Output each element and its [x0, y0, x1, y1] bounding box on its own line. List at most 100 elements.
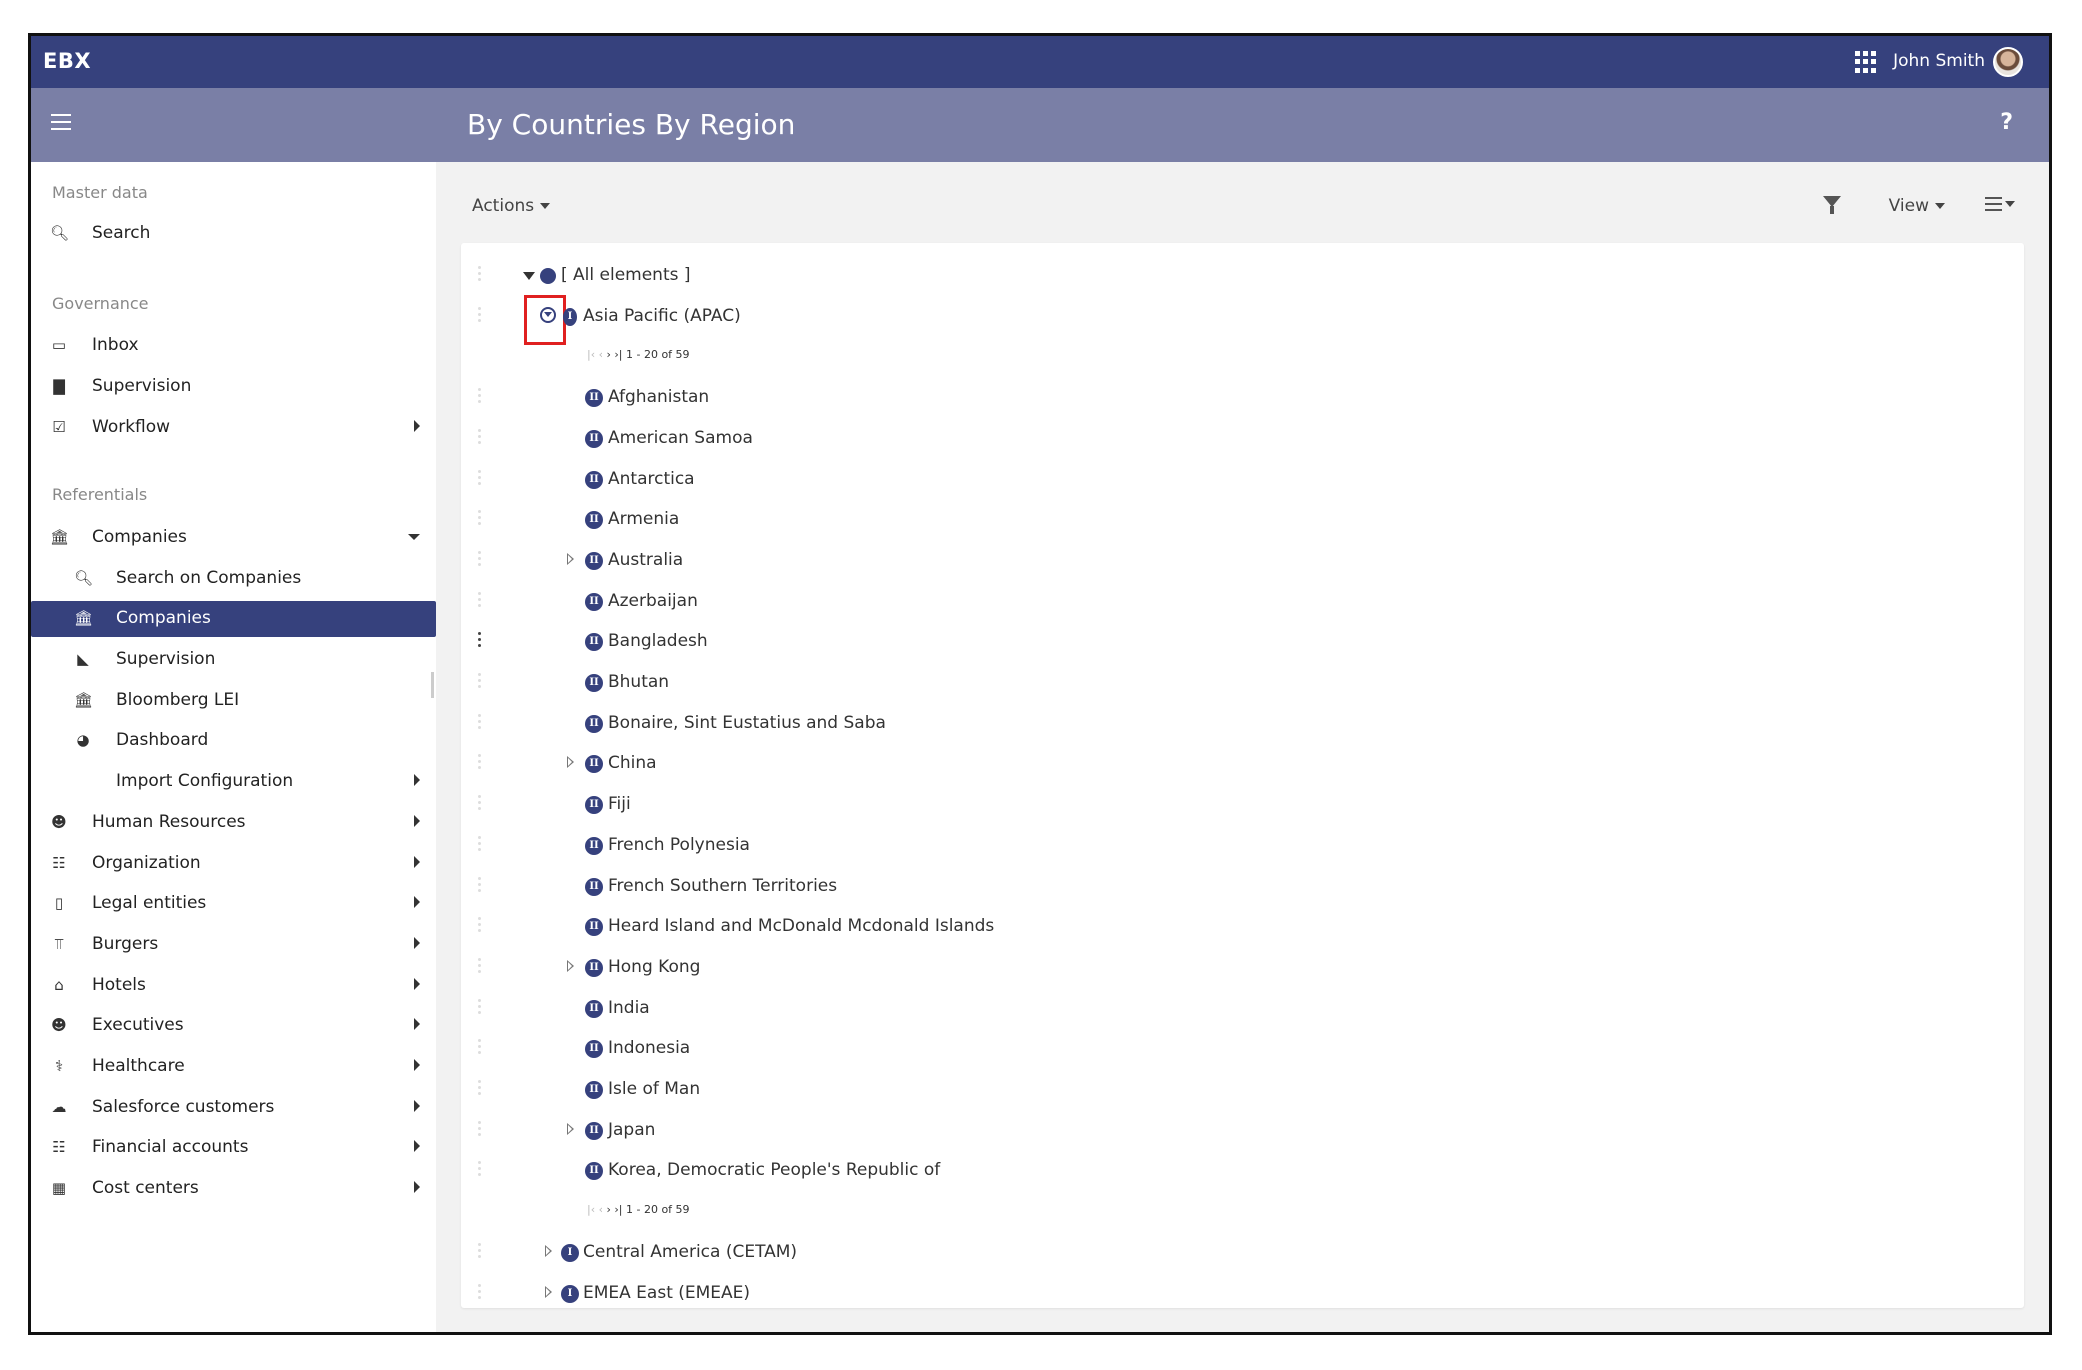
drag-handle[interactable]: [478, 835, 481, 854]
tree-country-row[interactable]: II French Southern Territories: [461, 868, 2024, 904]
drag-handle[interactable]: [478, 754, 481, 772]
sidebar-item-label: Organization: [92, 853, 201, 873]
drag-handle[interactable]: [478, 1242, 481, 1261]
drag-handle[interactable]: [478, 998, 481, 1017]
drag-handle[interactable]: [478, 1039, 481, 1057]
user-name[interactable]: John Smith: [1893, 51, 1985, 71]
sidebar-item-companies-active[interactable]: 🏛︎ Companies: [31, 601, 436, 637]
tree-country-row[interactable]: II Isle of Man: [461, 1071, 2024, 1107]
tree-node-label: Bangladesh: [608, 631, 708, 652]
country-badge-icon: II: [585, 714, 603, 733]
tree-country-row[interactable]: II American Samoa: [461, 420, 2024, 456]
sidebar-item-search[interactable]: 🔍︎ Search: [31, 216, 436, 252]
expand-right-icon[interactable]: [567, 552, 574, 565]
drag-handle[interactable]: [478, 713, 481, 732]
sidebar-item-supervision-sub[interactable]: ◣ Supervision: [31, 642, 436, 678]
sidebar-item-hotels[interactable]: ⌂ Hotels: [31, 968, 436, 1004]
tree-region-row-apac[interactable]: I Asia Pacific (APAC): [461, 294, 2024, 345]
hamburger-menu-icon[interactable]: [51, 114, 71, 130]
tree-country-row[interactable]: II Australia: [461, 542, 2024, 578]
view-dropdown[interactable]: View: [1889, 196, 1945, 216]
tree-region-row-emeae[interactable]: I EMEA East (EMEAE): [461, 1275, 2024, 1309]
tree-region-row-cetam[interactable]: I Central America (CETAM): [461, 1234, 2024, 1270]
sidebar-item-executives[interactable]: ☻ Executives: [31, 1008, 436, 1044]
sidebar-item-search-companies[interactable]: 🔍︎ Search on Companies: [31, 561, 436, 597]
drag-handle[interactable]: [478, 957, 481, 976]
sidebar-item-human-resources[interactable]: ☻ Human Resources: [31, 805, 436, 841]
sidebar-item-bloomberg[interactable]: 🏛︎ Bloomberg LEI: [31, 683, 436, 719]
drag-handle[interactable]: [478, 550, 481, 569]
tree-country-row[interactable]: II Korea, Democratic People's Republic of: [461, 1152, 2024, 1188]
tree-country-row[interactable]: II Bhutan: [461, 664, 2024, 700]
drag-handle[interactable]: [478, 673, 481, 691]
drag-handle[interactable]: [478, 469, 481, 488]
drag-handle[interactable]: [478, 1283, 481, 1302]
tree-country-row[interactable]: II Armenia: [461, 501, 2024, 537]
sidebar-item-dashboard[interactable]: ◕ Dashboard: [31, 723, 436, 759]
tree-country-row[interactable]: II Heard Island and McDonald Mcdonald Isl…: [461, 908, 2024, 944]
expand-right-icon[interactable]: [567, 959, 574, 972]
sidebar-resize-handle[interactable]: [431, 672, 434, 698]
country-badge-icon: II: [585, 470, 603, 489]
pager-first-prev-icon[interactable]: |‹ ‹: [587, 1203, 607, 1216]
app-logo: EBX: [43, 49, 92, 73]
sidebar-item-cost-centers[interactable]: ▦ Cost centers: [31, 1171, 436, 1207]
tree-country-row[interactable]: II Bangladesh: [461, 623, 2024, 659]
drag-handle[interactable]: [478, 266, 481, 284]
actions-dropdown[interactable]: Actions: [472, 196, 551, 216]
tree-country-row[interactable]: II Azerbaijan: [461, 583, 2024, 619]
pager-top[interactable]: |‹ ‹ › ›| 1 - 20 of 59: [587, 348, 690, 361]
expand-right-icon[interactable]: [545, 1244, 552, 1257]
tree-country-row[interactable]: II Fiji: [461, 786, 2024, 822]
pager-next-last-icon[interactable]: › ›|: [607, 348, 627, 361]
apps-grid-icon[interactable]: [1855, 51, 1877, 73]
sidebar-item-supervision[interactable]: ▇ Supervision: [31, 369, 436, 405]
pager-next-last-icon[interactable]: › ›|: [607, 1203, 627, 1216]
tree-country-row[interactable]: II Indonesia: [461, 1030, 2024, 1066]
sidebar-item-workflow[interactable]: ☑ Workflow: [31, 410, 436, 446]
sidebar-item-healthcare[interactable]: ⚕ Healthcare: [31, 1049, 436, 1085]
help-button[interactable]: ?: [2000, 110, 2013, 135]
expand-down-icon[interactable]: [523, 272, 535, 280]
expand-right-icon[interactable]: [567, 756, 574, 769]
sidebar-item-label: Supervision: [92, 376, 192, 396]
sidebar-item-organization[interactable]: ☷ Organization: [31, 846, 436, 882]
list-menu-icon[interactable]: [1985, 197, 2015, 213]
tree-country-row[interactable]: II Japan: [461, 1112, 2024, 1148]
tree-country-row[interactable]: II Antarctica: [461, 461, 2024, 497]
filter-icon[interactable]: [1823, 196, 1841, 214]
expand-right-icon[interactable]: [545, 1285, 552, 1298]
sidebar-item-salesforce[interactable]: ☁ Salesforce customers: [31, 1090, 436, 1126]
tree-country-row[interactable]: II India: [461, 990, 2024, 1026]
tree-country-row[interactable]: II Bonaire, Sint Eustatius and Saba: [461, 705, 2024, 741]
sidebar-item-financial[interactable]: ☷ Financial accounts: [31, 1130, 436, 1166]
tree-node-label: French Polynesia: [608, 834, 750, 855]
drag-handle[interactable]: [478, 1120, 481, 1139]
avatar[interactable]: [1993, 47, 2023, 77]
tree-country-row[interactable]: II Afghanistan: [461, 379, 2024, 415]
sidebar-item-burgers[interactable]: ⫪ Burgers: [31, 927, 436, 963]
pager-first-prev-icon[interactable]: |‹ ‹: [587, 348, 607, 361]
drag-handle[interactable]: [478, 306, 481, 325]
drag-handle[interactable]: [478, 591, 481, 610]
drag-handle[interactable]: [478, 632, 481, 650]
tree-country-row[interactable]: II China: [461, 745, 2024, 781]
pager-bottom[interactable]: |‹ ‹ › ›| 1 - 20 of 59: [587, 1203, 690, 1216]
sidebar-item-import-config[interactable]: Import Configuration: [31, 764, 436, 800]
drag-handle[interactable]: [478, 510, 481, 528]
sidebar-item-inbox[interactable]: ▭ Inbox: [31, 328, 436, 364]
drag-handle[interactable]: [478, 428, 481, 447]
sidebar-item-legal-entities[interactable]: ▯ Legal entities: [31, 886, 436, 922]
drag-handle[interactable]: [478, 388, 481, 406]
tree-country-row[interactable]: II French Polynesia: [461, 827, 2024, 863]
drag-handle[interactable]: [478, 1080, 481, 1098]
expand-right-icon[interactable]: [567, 1122, 574, 1135]
country-badge-icon: II: [585, 836, 603, 855]
drag-handle[interactable]: [478, 795, 481, 813]
tree-root-row[interactable]: [ All elements ]: [461, 257, 2024, 293]
drag-handle[interactable]: [478, 876, 481, 895]
drag-handle[interactable]: [478, 1161, 481, 1179]
drag-handle[interactable]: [478, 917, 481, 935]
tree-country-row[interactable]: II Hong Kong: [461, 949, 2024, 985]
sidebar-item-companies[interactable]: 🏛︎ Companies: [31, 520, 436, 556]
